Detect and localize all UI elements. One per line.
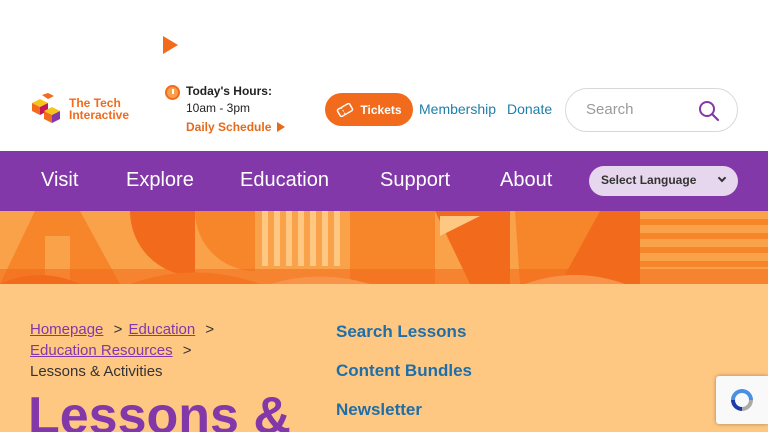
chevron-down-icon	[717, 173, 727, 183]
language-select[interactable]: Select Language	[589, 166, 738, 196]
nav-visit[interactable]: Visit	[41, 169, 78, 192]
search-box[interactable]	[565, 88, 738, 132]
arrow-right-icon	[277, 122, 286, 132]
donate-link[interactable]: Donate	[507, 101, 552, 117]
logo[interactable]: The Tech Interactive	[28, 93, 139, 125]
membership-link[interactable]: Membership	[419, 101, 496, 117]
breadcrumb-education-resources[interactable]: Education Resources	[30, 342, 173, 359]
tickets-label: Tickets	[360, 102, 402, 117]
nav-support[interactable]: Support	[380, 169, 450, 192]
breadcrumb: Homepage > Education >	[30, 321, 214, 338]
search-lessons-link[interactable]: Search Lessons	[336, 322, 466, 342]
breadcrumb-separator: >	[182, 342, 192, 359]
breadcrumb-line-2: Education Resources >	[30, 342, 192, 359]
breadcrumb-current: Lessons & Activities	[30, 363, 163, 380]
breadcrumb-homepage[interactable]: Homepage	[30, 321, 103, 338]
page-title: Lessons &	[28, 387, 291, 432]
recaptcha-icon	[731, 389, 753, 411]
daily-schedule-label: Daily Schedule	[186, 120, 272, 134]
ticket-icon	[337, 102, 354, 117]
hours-title: Today's Hours:	[186, 84, 272, 98]
geometric-pattern	[0, 211, 768, 284]
breadcrumb-education[interactable]: Education	[129, 321, 196, 338]
search-icon[interactable]	[698, 100, 720, 122]
newsletter-link[interactable]: Newsletter	[336, 400, 422, 420]
clock-icon	[165, 85, 180, 100]
hours-time: 10am - 3pm	[186, 101, 251, 115]
daily-schedule-link[interactable]: Daily Schedule	[186, 120, 286, 134]
logo-mark-icon	[32, 93, 60, 123]
breadcrumb-separator: >	[205, 321, 215, 338]
breadcrumb-separator: >	[113, 321, 123, 338]
language-select-label: Select Language	[601, 173, 697, 187]
tickets-button[interactable]: Tickets	[325, 93, 413, 126]
nav-education[interactable]: Education	[240, 169, 329, 192]
nav-explore[interactable]: Explore	[126, 169, 194, 192]
recaptcha-badge[interactable]	[716, 376, 768, 424]
play-icon[interactable]	[163, 36, 178, 54]
search-input[interactable]	[586, 101, 696, 118]
content-bundles-link[interactable]: Content Bundles	[336, 361, 472, 381]
logo-text: The Tech Interactive	[69, 96, 130, 122]
nav-about[interactable]: About	[500, 169, 552, 192]
decorative-banner	[0, 211, 768, 284]
